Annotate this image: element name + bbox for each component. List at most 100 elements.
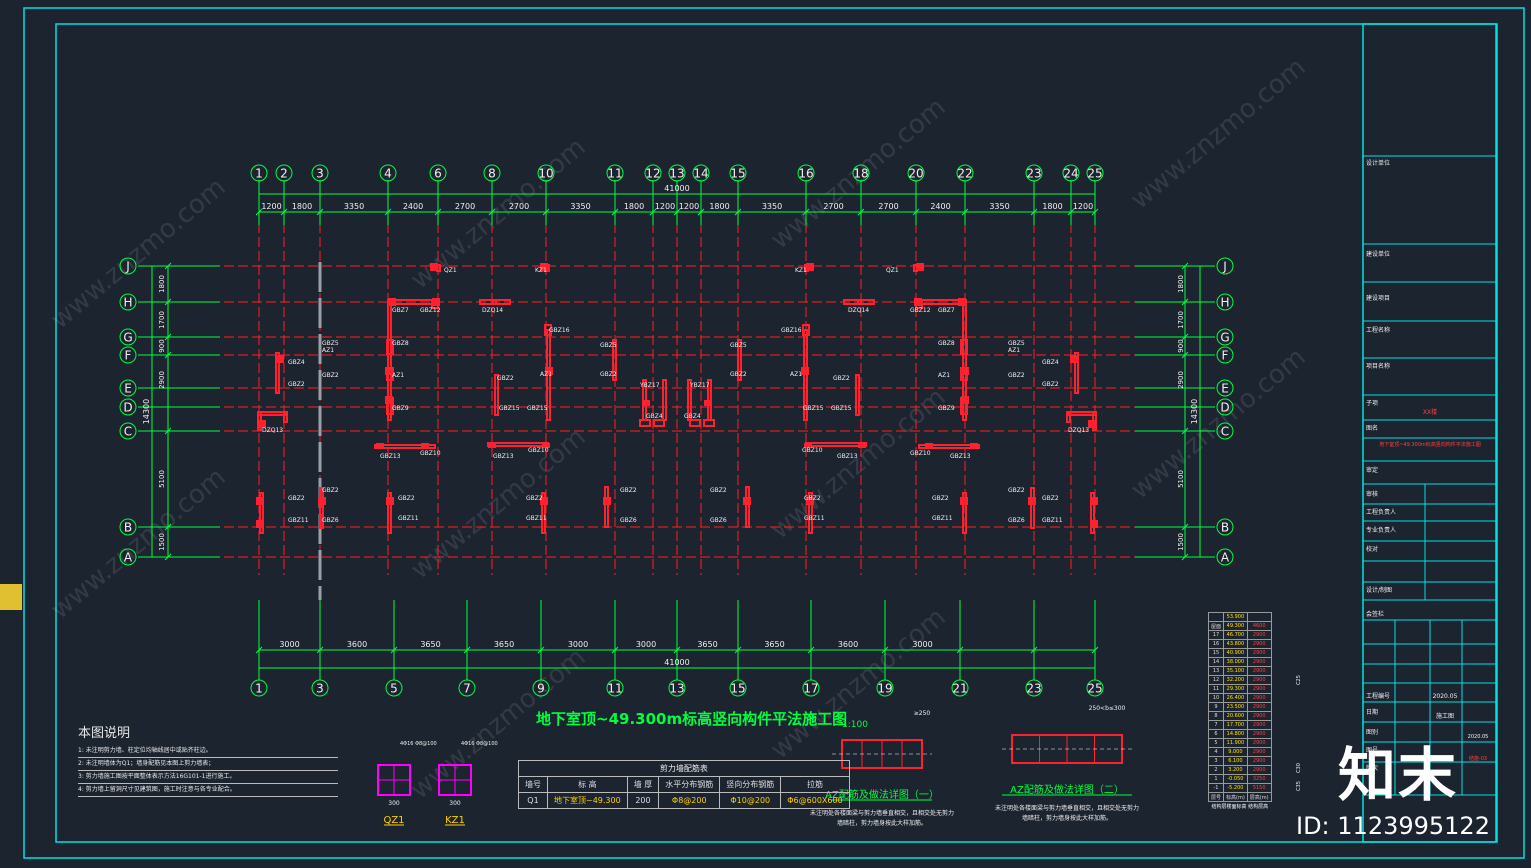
- component-label: AZ1: [938, 372, 950, 379]
- elev-cell: 2900: [1246, 666, 1272, 676]
- elev-cell: 4600: [1246, 621, 1272, 631]
- wall-pier: [704, 400, 710, 406]
- elev-cell: 层高(m): [1246, 792, 1272, 802]
- component-label: GBZ2: [620, 487, 637, 494]
- elev-cell: 49.300: [1223, 621, 1248, 631]
- column-size-label: 300: [449, 800, 461, 807]
- elev-row: 8 20.600 2900: [1207, 711, 1272, 721]
- title-block-label: 审定: [1366, 466, 1378, 474]
- column-size-label: 300: [388, 800, 400, 807]
- component-label: QZ1: [444, 267, 457, 274]
- component-label: DZQ13: [1068, 427, 1089, 434]
- wall-pier: [1088, 420, 1096, 428]
- axis-bubble-label: G: [1220, 331, 1229, 345]
- wall-pier: [914, 298, 922, 306]
- title-block-label: 图名: [1366, 424, 1378, 432]
- axis-bubble-label: A: [1221, 551, 1230, 565]
- table-row: Q1 地下室顶~49.300 200 Φ8@200 Φ10@200 Φ6@600…: [518, 792, 850, 809]
- component-label: GBZ5: [322, 340, 339, 347]
- title-block-label: 专业负责人: [1366, 526, 1396, 534]
- wall-pier: [385, 396, 393, 404]
- axis-bubble-label: 18: [853, 167, 868, 181]
- wall-pier: [1028, 497, 1036, 505]
- title-block-value: 2020.05: [1433, 693, 1458, 700]
- component-label: GBZ15: [527, 405, 548, 412]
- axis-bubble-label: B: [1221, 521, 1229, 535]
- axis-bubble-label: E: [1221, 382, 1229, 396]
- component-label: GBZ2: [288, 381, 305, 388]
- axis-bubble-label: 23: [1026, 167, 1041, 181]
- axis-bubble-label: 3: [316, 682, 324, 696]
- table-cell: Φ10@200: [719, 792, 782, 809]
- axis-bubble-label: 13: [669, 167, 684, 181]
- elev-row: 15 40.900 2900: [1207, 648, 1272, 658]
- table-header-row: 墙号 标 高 墙 厚 水平分布钢筋 竖向分布钢筋 拉筋: [518, 776, 850, 793]
- elev-cell: 2900: [1246, 738, 1272, 748]
- component-label: GBZ15: [803, 405, 824, 412]
- axis-bubble-label: D: [1220, 401, 1229, 415]
- watermark-logo: 知末: [1338, 741, 1459, 809]
- table-header: 水平分布钢筋: [658, 776, 721, 793]
- axis-bubble-label: 15: [730, 167, 745, 181]
- elev-cell: -1: [1207, 783, 1225, 793]
- elev-cell: 2900: [1246, 684, 1272, 694]
- elev-cell: 16: [1207, 639, 1225, 649]
- component-label: GBZ11: [1042, 517, 1063, 524]
- dim-label: 3350: [344, 202, 364, 211]
- axis-bubble-label: 25: [1087, 167, 1102, 181]
- axis-bubble-label: 20: [908, 167, 923, 181]
- elev-cell: 2900: [1246, 720, 1272, 730]
- dim-total-label: 41000: [664, 184, 689, 193]
- dim-label: 3600: [347, 640, 367, 649]
- elev-caption-row: 结构层楼面标高 结构层高: [1209, 802, 1272, 811]
- elev-cell: 3250: [1246, 774, 1272, 784]
- elev-cell: 2: [1207, 765, 1225, 775]
- dim-label: 1700: [158, 311, 166, 329]
- elev-cell: 17: [1207, 630, 1225, 640]
- dim-label: 900: [158, 339, 166, 352]
- dim-label: 3650: [494, 640, 514, 649]
- wall-pier: [488, 443, 496, 448]
- title-block-label: 工程名称: [1366, 326, 1390, 334]
- wall-pier: [806, 263, 814, 271]
- component-label: GBZ2: [833, 375, 850, 382]
- note-line: 2: 未注明墙体为Q1；墙身配筋见本图上剪力墙表；: [78, 758, 338, 771]
- table-header: 拉筋: [780, 776, 850, 793]
- title-block-label: 建设项目: [1366, 294, 1390, 302]
- title-block-value: XX楼: [1423, 408, 1437, 416]
- component-label: GBZ15: [499, 405, 520, 412]
- axis-bubble-label: H: [1220, 296, 1229, 310]
- wall-pier: [961, 396, 969, 404]
- axis-bubble-label: 8: [488, 167, 496, 181]
- axis-bubble-label: J: [125, 260, 130, 274]
- elev-row: 16 43.800 2900: [1207, 639, 1272, 649]
- component-label: GBZ7: [938, 307, 955, 314]
- title-block-label: 工程负责人: [1366, 508, 1396, 516]
- component-label: YBZ17: [639, 382, 660, 389]
- wall-pier: [1070, 355, 1078, 363]
- elev-cell: 5150: [1246, 783, 1272, 793]
- component-label: GBZ6: [710, 517, 727, 524]
- elev-cell: 46.700: [1223, 630, 1248, 640]
- wall-pier: [743, 497, 751, 505]
- concrete-grade-label: C35: [1296, 781, 1302, 791]
- component-label: GBZ13: [380, 453, 401, 460]
- wall-pier: [1090, 520, 1098, 528]
- dim-label: 1800: [709, 202, 729, 211]
- wall-pier: [958, 298, 966, 306]
- wall-pier: [1090, 497, 1098, 505]
- axis-bubble-label: 10: [538, 167, 553, 181]
- elev-cell: -5.200: [1223, 783, 1248, 793]
- note-line: 3: 剪力墙施工图按平面整体表示方法16G101-1进行施工。: [78, 771, 338, 784]
- component-label: GBZ12: [420, 307, 441, 314]
- title-block-label: 子项: [1366, 400, 1378, 407]
- axis-bubble-label: 23: [1026, 682, 1041, 696]
- elev-row: 14 38.000 2900: [1207, 657, 1272, 667]
- elev-cell: 9.000: [1223, 747, 1248, 757]
- elev-cell: 8: [1207, 711, 1225, 721]
- elev-cell: 3.200: [1223, 765, 1248, 775]
- dim-label: 1800: [1177, 275, 1185, 293]
- axis-bubble-label: 14: [693, 167, 708, 181]
- component-label: GBZ7: [392, 307, 409, 314]
- elev-cell: 43.800: [1223, 639, 1248, 649]
